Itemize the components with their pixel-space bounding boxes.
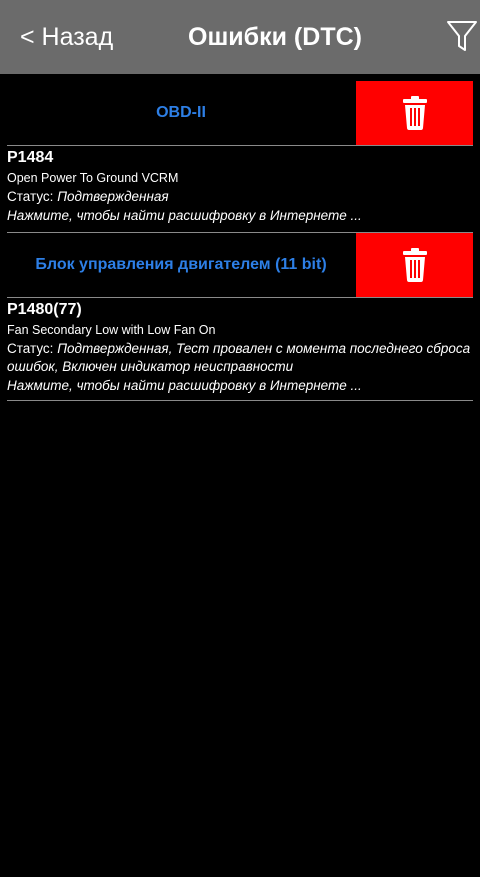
divider <box>7 145 473 146</box>
page-title: Ошибки (DTC) <box>188 23 362 51</box>
delete-button[interactable] <box>356 81 473 145</box>
app-header: < Назад Ошибки (DTC) <box>0 0 480 74</box>
dtc-code: P1480(77) <box>7 301 82 318</box>
dtc-status: Статус: Подтвержденная, Тест провален с … <box>7 340 473 376</box>
trash-icon <box>403 248 427 282</box>
dtc-item[interactable]: P1480(77) Fan Secondary Low with Low Fan… <box>7 300 473 396</box>
filter-icon <box>447 21 477 51</box>
dtc-status-label: Статус: <box>7 341 58 356</box>
trash-icon <box>403 96 427 130</box>
section-header-ecu: Блок управления двигателем (11 bit) <box>7 233 473 297</box>
section-header-obd2: OBD-II <box>7 81 473 145</box>
dtc-search-link[interactable]: Нажмите, чтобы найти расшифровку в Интер… <box>7 206 473 226</box>
divider <box>7 400 473 401</box>
divider <box>7 297 473 298</box>
dtc-description: Fan Secondary Low with Low Fan On <box>7 323 216 337</box>
dtc-status-value: Подтвержденная, Тест провален с момента … <box>7 341 471 374</box>
delete-button[interactable] <box>356 233 473 297</box>
dtc-code: P1484 <box>7 149 54 166</box>
dtc-status: Статус: Подтвержденная <box>7 188 473 206</box>
dtc-description: Open Power To Ground VCRM <box>7 171 179 185</box>
back-button[interactable]: < Назад <box>20 20 113 54</box>
dtc-item[interactable]: P1484 Open Power To Ground VCRM Статус: … <box>7 148 473 226</box>
section-title: OBD-II <box>156 104 206 121</box>
section-title: Блок управления двигателем (11 bit) <box>35 256 327 273</box>
dtc-status-value: Подтвержденная <box>57 189 169 204</box>
dtc-status-label: Статус: <box>7 189 58 204</box>
filter-button[interactable] <box>446 19 478 53</box>
dtc-search-link[interactable]: Нажмите, чтобы найти расшифровку в Интер… <box>7 376 473 396</box>
